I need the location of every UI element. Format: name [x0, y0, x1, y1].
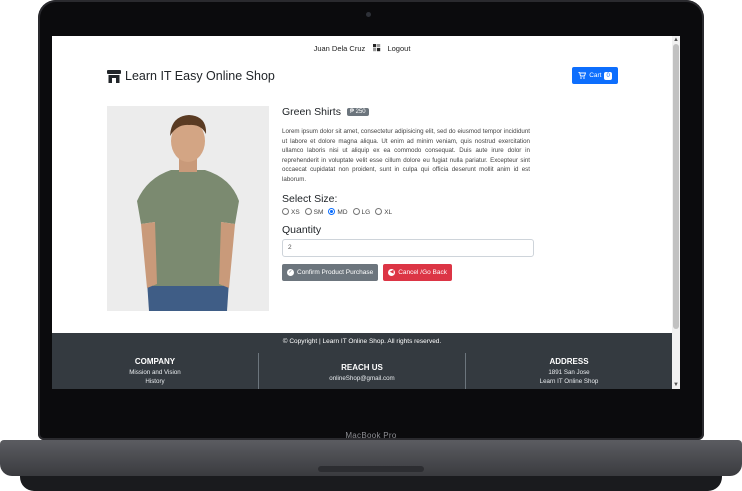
store-icon — [107, 69, 121, 83]
cart-button[interactable]: Cart 0 — [572, 67, 618, 84]
radio-lg[interactable] — [352, 207, 360, 215]
back-circle-icon: ◀ — [388, 268, 396, 276]
size-option-lg[interactable]: LG — [352, 207, 371, 216]
scroll-down-arrow-icon[interactable]: ▼ — [672, 381, 680, 389]
quantity-input[interactable]: 2 — [282, 238, 534, 257]
cart-count-badge: 0 — [604, 71, 612, 80]
product-image — [107, 106, 269, 311]
logout-link[interactable]: Logout — [387, 44, 410, 53]
size-label: SM — [313, 208, 324, 216]
radio-xs[interactable] — [282, 207, 289, 215]
model-photo — [107, 106, 269, 311]
logout-icon[interactable] — [373, 44, 381, 52]
size-label: XS — [291, 208, 300, 216]
size-title: Select Size: — [282, 192, 338, 205]
cancel-label: Cancel /Go Back — [398, 268, 448, 276]
laptop-notch — [318, 466, 424, 472]
footer: © Copyright | Learn IT Online Shop. All … — [52, 333, 672, 389]
laptop-bottom — [20, 476, 722, 491]
copyright-text: © Copyright | Learn IT Online Shop. All … — [282, 338, 442, 345]
size-option-xs[interactable]: XS — [282, 207, 300, 216]
camera-dot — [366, 12, 371, 17]
cart-icon — [578, 72, 587, 79]
address-line-1: 1891 San Jose — [548, 369, 590, 376]
size-label: XL — [384, 208, 393, 216]
footer-columns: COMPANY Mission and Vision History REACH… — [52, 353, 672, 389]
browser-viewport: Juan Dela Cruz Logout Learn IT Easy Onli… — [52, 36, 680, 389]
price-badge: ₱ 250 — [346, 108, 369, 116]
size-option-xl[interactable]: XL — [375, 207, 393, 216]
company-link-mission[interactable]: Mission and Vision — [52, 368, 258, 377]
product-description: Lorem ipsum dolor sit amet, consectetur … — [282, 128, 530, 183]
size-option-md[interactable]: MD — [328, 207, 348, 216]
cart-label: Cart — [589, 72, 602, 79]
device-label: MacBook Pro — [345, 431, 397, 440]
radio-xl[interactable] — [375, 207, 383, 215]
shop-logo[interactable]: Learn IT Easy Online Shop — [107, 68, 275, 84]
radio-md[interactable] — [328, 207, 336, 215]
cancel-button[interactable]: ◀ Cancel /Go Back — [383, 263, 453, 281]
footer-reach-us: REACH US onlineShop@gmail.com — [259, 353, 466, 389]
confirm-label: Confirm Product Purchase — [297, 268, 374, 276]
contact-email[interactable]: onlineShop@gmail.com — [259, 374, 465, 383]
product-details: Green Shirts ₱ 250 Lorem ipsum dolor sit… — [282, 106, 534, 281]
shop-name: Learn IT Easy Online Shop — [125, 69, 275, 83]
footer-company: COMPANY Mission and Vision History — [52, 353, 259, 389]
size-label: MD — [337, 208, 348, 216]
product-title: Green Shirts — [282, 106, 341, 118]
action-buttons: ✓ Confirm Product Purchase ◀ Cancel /Go … — [282, 263, 530, 281]
radio-sm[interactable] — [304, 207, 312, 215]
top-user-bar: Juan Dela Cruz Logout — [52, 44, 672, 53]
company-title: COMPANY — [134, 357, 176, 366]
scroll-up-arrow-icon[interactable]: ▲ — [672, 36, 680, 44]
footer-address: ADDRESS 1891 San Jose Learn IT Online Sh… — [466, 353, 672, 389]
confirm-purchase-button[interactable]: ✓ Confirm Product Purchase — [282, 263, 379, 281]
address-title: ADDRESS — [549, 357, 589, 366]
size-label: LG — [361, 208, 371, 216]
company-link-history[interactable]: History — [52, 377, 258, 386]
quantity-title: Quantity — [282, 223, 322, 236]
size-options: XS SM MD LG XL — [282, 207, 530, 216]
size-option-sm[interactable]: SM — [304, 207, 324, 216]
scrollbar-thumb[interactable] — [673, 44, 679, 329]
reach-title: REACH US — [341, 363, 383, 372]
page-scrollbar[interactable]: ▲ ▼ — [672, 36, 680, 389]
user-name: Juan Dela Cruz — [313, 44, 366, 53]
check-circle-icon: ✓ — [287, 268, 294, 276]
address-line-2: Learn IT Online Shop — [539, 378, 599, 385]
product-title-row: Green Shirts ₱ 250 — [282, 106, 530, 118]
